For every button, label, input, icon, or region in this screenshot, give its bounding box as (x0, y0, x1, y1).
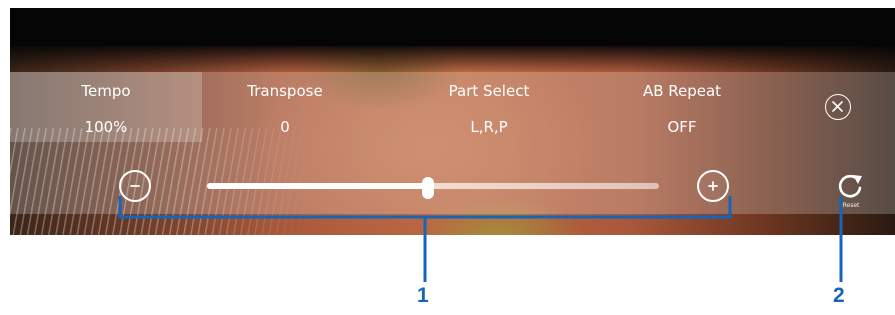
tempo-decrease-button[interactable] (119, 170, 151, 202)
tempo-slider-thumb[interactable] (422, 177, 435, 199)
close-button[interactable] (825, 94, 851, 120)
tab-tempo[interactable]: Tempo 100% (10, 72, 202, 142)
tab-part-select-label: Part Select (448, 82, 530, 100)
tempo-increase-button[interactable] (697, 170, 729, 202)
reset-label: Reset (842, 202, 860, 209)
reset-icon (838, 174, 862, 198)
tempo-slider-fill (207, 183, 429, 189)
tab-tempo-value: 100% (84, 118, 128, 136)
tab-ab-repeat[interactable]: AB Repeat OFF (586, 72, 778, 142)
minus-icon (130, 185, 140, 187)
tab-transpose[interactable]: Transpose 0 (189, 72, 381, 142)
callout-number-1: 1 (417, 284, 429, 307)
plus-icon (708, 181, 718, 191)
tab-transpose-value: 0 (280, 118, 290, 136)
tab-tempo-label: Tempo (81, 82, 131, 100)
tab-part-select[interactable]: Part Select L,R,P (393, 72, 585, 142)
top-dark-band (10, 8, 895, 72)
tab-ab-repeat-value: OFF (667, 118, 697, 136)
tab-ab-repeat-label: AB Repeat (642, 82, 722, 100)
close-icon (832, 101, 843, 112)
tab-part-select-value: L,R,P (470, 118, 508, 136)
piano-screen: Tempo 100% Transpose 0 Part Select L,R,P… (10, 8, 895, 235)
callout-number-2: 2 (833, 284, 845, 307)
tab-transpose-label: Transpose (247, 82, 323, 100)
reset-button[interactable]: Reset (828, 171, 874, 215)
